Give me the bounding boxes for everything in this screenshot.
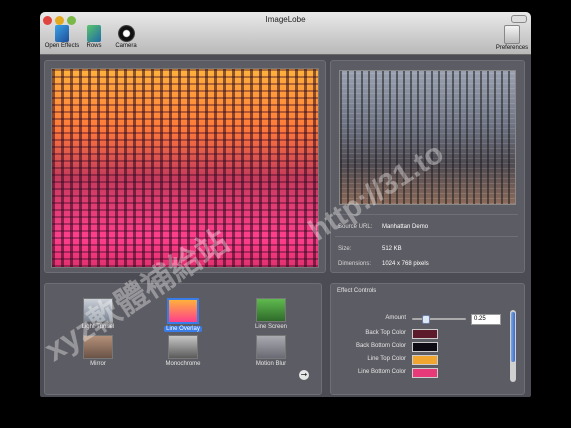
back-top-color-label: Back Top Color [365, 330, 406, 336]
dimensions-value: 1024 x 768 pixels [382, 261, 429, 267]
effect-controls-panel [330, 283, 525, 395]
info-divider [335, 236, 518, 237]
back-bottom-color-label: Back Bottom Color [355, 343, 406, 349]
motion-blur-thumb [256, 335, 286, 359]
size-value: 512 KB [382, 246, 402, 252]
next-page-button[interactable]: ➞ [299, 370, 309, 380]
preferences-icon [504, 25, 520, 44]
size-row: Size: 512 KB [338, 246, 402, 252]
dimensions-label: Dimensions: [338, 261, 372, 267]
amount-input[interactable]: 0.25 [471, 314, 501, 325]
line-top-color-well[interactable] [412, 355, 438, 365]
toolbar-toggle-button[interactable] [511, 15, 527, 23]
size-label: Size: [338, 246, 352, 252]
line-bottom-color-label: Line Bottom Color [357, 369, 406, 375]
line-screen-thumb [256, 298, 286, 322]
camera-button[interactable]: Camera [113, 25, 139, 49]
rows-button[interactable]: Rows [84, 25, 104, 49]
amount-slider-knob[interactable] [421, 315, 430, 324]
imagelobe-window: ImageLobe Open Effects Rows Camera Prefe… [40, 12, 531, 397]
line-top-color-label: Line Top Color [367, 356, 406, 362]
amount-label: Amount [385, 315, 406, 321]
monochrome-thumb [168, 335, 198, 359]
arrow-right-icon: ➞ [300, 370, 308, 379]
controls-scrollbar[interactable] [510, 310, 516, 382]
effect-motion-blur[interactable]: Motion Blur [247, 335, 295, 367]
dimensions-row: Dimensions: 1024 x 768 pixels [338, 261, 429, 267]
camera-icon [117, 25, 135, 42]
preferences-button[interactable]: Preferences [495, 25, 529, 51]
effect-controls-title: Effect Controls [337, 288, 377, 294]
effect-label: Line Screen [254, 324, 288, 330]
effect-label: Line Overlay [164, 326, 202, 332]
title-bar: ImageLobe Open Effects Rows Camera Prefe… [40, 12, 531, 55]
effect-line-overlay[interactable]: Line Overlay [159, 298, 207, 332]
rows-icon [87, 25, 101, 42]
line-bottom-color-well[interactable] [412, 368, 438, 378]
amount-slider[interactable] [412, 315, 466, 324]
camera-label: Camera [115, 43, 137, 49]
effect-monochrome[interactable]: Monochrome [159, 335, 207, 367]
open-effects-button[interactable]: Open Effects [44, 25, 80, 49]
rows-label: Rows [86, 43, 102, 49]
line-overlay-thumb [167, 298, 199, 324]
controls-scroll-thumb[interactable] [511, 312, 515, 362]
open-effects-label: Open Effects [44, 43, 80, 49]
effect-label: Mirror [90, 361, 106, 367]
effects-icon [55, 25, 69, 42]
source-url-value: Manhattan Demo [382, 224, 429, 230]
back-bottom-color-well[interactable] [412, 342, 438, 352]
window-title: ImageLobe [265, 15, 306, 24]
preferences-label: Preferences [495, 45, 529, 51]
effect-line-screen[interactable]: Line Screen [247, 298, 295, 330]
back-top-color-well[interactable] [412, 329, 438, 339]
effect-label: Motion Blur [255, 361, 287, 367]
effect-label: Monochrome [165, 361, 201, 367]
